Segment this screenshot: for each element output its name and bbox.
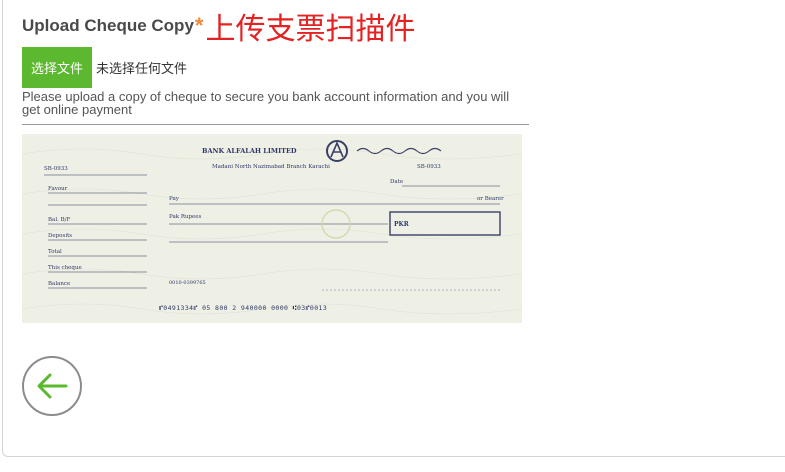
pkr-label: PKR [394,221,410,228]
arrow-left-icon [37,373,68,399]
stub-label-balance: Balance [48,281,70,287]
pay-label: Pay [169,196,180,202]
sample-cheque-image: BANK ALFALAH LIMITED Madani North Nazima… [22,134,522,323]
account-number: 0010-0399765 [169,280,206,286]
stub-label-bal-bf: Bal. B/F [48,217,70,223]
branch-code-text: SB-0933 [417,164,441,170]
upload-hint: Please upload a copy of cheque to secure… [22,90,529,125]
back-button[interactable] [22,356,82,416]
stub-label-favour: Favour [48,186,68,192]
date-label: Date [390,179,403,185]
choose-file-button[interactable]: 选择文件 [22,47,92,88]
upload-title-cn: 上传支票扫描件 [205,12,416,47]
pak-rupees-label: Pak Rupees [169,214,202,220]
upload-title-row: Upload Cheque Copy*上传支票扫描件 [22,4,415,48]
stub-label-total: Total [48,249,62,255]
branch-text: Madani North Nazimabad Branch Karachi [212,164,330,170]
stub-code: SB-0933 [44,166,68,172]
cheque-paper [22,134,522,323]
file-input: 选择文件 未选择任何文件 [22,47,187,88]
micr-line: ⑈0491334⑈ 05 800 2 940000 0000 ⑆03⑈0013 [159,304,327,312]
upload-title: Upload Cheque Copy [22,16,194,35]
file-status-text: 未选择任何文件 [96,61,188,76]
bearer-label: or Bearer [477,196,504,202]
stub-label-deposits: Deposits [48,233,72,239]
bank-name-text: BANK ALFALAH LIMITED [202,147,297,155]
required-asterisk: * [194,13,204,38]
stub-label-this-cheque: This cheque [48,265,82,271]
